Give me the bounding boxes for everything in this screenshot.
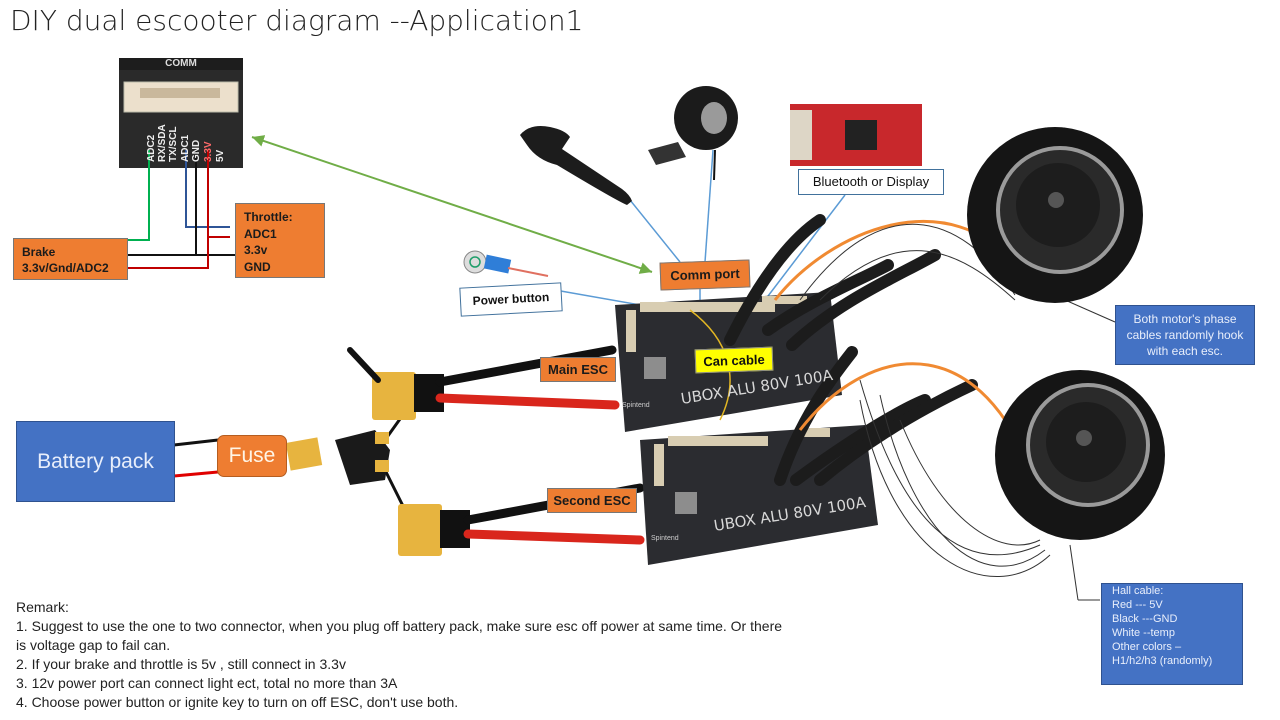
main-esc-label: Main ESC: [540, 357, 616, 382]
remark-item: 3. 12v power port can connect light ect,…: [16, 675, 398, 691]
hall-title: Hall cable:: [1112, 585, 1164, 597]
bluetooth-display-label: Bluetooth or Display: [798, 169, 944, 195]
pin-label: 3.3V: [203, 141, 214, 162]
hall-line: White --temp: [1112, 627, 1175, 639]
xt-connector-second: [398, 504, 470, 556]
power-button-image: [463, 250, 549, 277]
throttle-3v3: 3.3v: [244, 243, 268, 257]
comm-port-label: Comm port: [659, 259, 751, 291]
pin-label: TX/SCL: [168, 126, 179, 162]
battery-pack-box: Battery pack: [16, 421, 175, 502]
remark-item: 4. Choose power button or ignite key to …: [16, 694, 459, 710]
throttle-title: Throttle:: [244, 210, 293, 224]
brake-label-box: Brake 3.3v/Gnd/ADC2: [13, 238, 128, 280]
brake-pins: 3.3v/Gnd/ADC2: [22, 261, 109, 275]
pin-label: ADC2: [146, 134, 157, 162]
phase-cable-note: Both motor's phase cables randomly hook …: [1115, 305, 1255, 365]
brake-title: Brake: [22, 245, 56, 259]
hall-line: Red --- 5V: [1112, 599, 1163, 611]
hall-cable-note: Hall cable: Red --- 5V Black ---GND Whit…: [1101, 583, 1243, 685]
second-esc-brand: Spintend: [651, 535, 679, 542]
motor-wheel-1: [967, 127, 1143, 303]
throttle-gnd: GND: [244, 259, 271, 274]
remark-item: 1. Suggest to use the one to two connect…: [16, 618, 783, 634]
throttle-label-box: Throttle: ADC1 3.3v GND: [235, 203, 325, 278]
pin-label: 5V: [215, 149, 226, 162]
motor-wheel-2: [995, 370, 1165, 540]
throttle-adc1: ADC1: [244, 226, 277, 241]
remark-item: 2. If your brake and throttle is 5v , st…: [16, 656, 346, 672]
hall-line: H1/h2/h3 (randomly): [1112, 655, 1213, 667]
remarks-section: Remark: 1. Suggest to use the one to two…: [16, 598, 782, 712]
hall-line: Other colors –: [1112, 641, 1182, 653]
power-button-label: Power button: [459, 282, 563, 317]
comm-header-label: COMM: [165, 58, 197, 69]
fuse-box: Fuse: [217, 435, 287, 477]
second-esc-label: Second ESC: [547, 488, 637, 513]
pin-label: RX/SDA: [157, 124, 168, 162]
y-splitter-connector: [285, 430, 390, 485]
bluetooth-module-image: [790, 104, 922, 166]
can-cable-label: Can cable: [694, 346, 774, 374]
throttle-image: [648, 86, 738, 181]
pin-label: GND: [191, 139, 202, 162]
remarks-title: Remark:: [16, 599, 69, 615]
pin-label: ADC1: [180, 134, 191, 162]
remark-item: is voltage gap to fail can.: [16, 637, 171, 653]
hall-line: Black ---GND: [1112, 613, 1178, 625]
main-esc-brand: Spintend: [622, 402, 650, 409]
brake-lever-image: [520, 126, 632, 205]
xt-connector-main: [372, 372, 444, 420]
